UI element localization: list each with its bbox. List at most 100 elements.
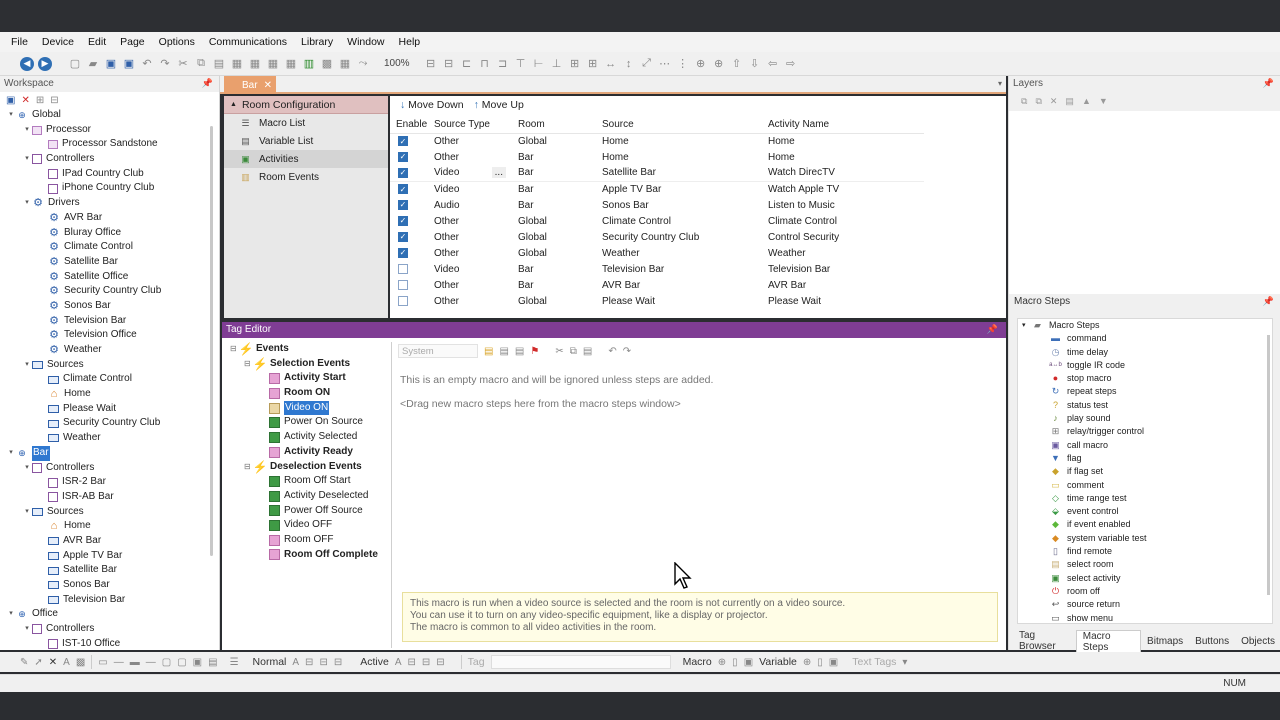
align-icon[interactable]: ⊟ [424,57,438,71]
cell-room[interactable]: Bar [512,277,596,293]
macro-step-item[interactable]: ▼ flag [1018,452,1272,465]
line-icon[interactable]: — [114,657,124,668]
chevron-down-icon[interactable]: ▾ [902,657,907,668]
cell-room[interactable]: Global [512,245,596,261]
menu-item-device[interactable]: Device [35,36,81,48]
macro-step-item[interactable]: ◇ time range test [1018,492,1272,505]
layout2-icon[interactable]: ▦ [248,57,262,71]
undo-icon[interactable]: ↶ [140,57,154,71]
macro-step-item[interactable]: a↔b toggle IR code [1018,359,1272,372]
cell-room[interactable]: Bar [512,261,596,277]
macro-step-item[interactable]: ▭ comment [1018,479,1272,492]
table-row[interactable]: ✓ Other Bar Home Home [390,149,924,165]
add-step3-icon[interactable]: ▤ [515,346,524,357]
tree-node[interactable]: Processor Sandstone [0,137,219,152]
redo-icon[interactable]: ↷ [158,57,172,71]
align-left-icon[interactable]: ⊏ [460,57,474,71]
event-node[interactable]: Room ON [224,386,391,401]
cell-activity[interactable]: Listen to Music [762,197,924,213]
macro-step-item[interactable]: ↩ source return [1018,598,1272,611]
menu-item-help[interactable]: Help [392,36,428,48]
paste-icon[interactable]: ▤ [583,346,592,357]
layer-up-icon[interactable]: ▲ [1082,96,1091,107]
distribute2-icon[interactable]: ⊞ [586,57,600,71]
tree-node[interactable]: Weather [0,431,219,446]
layout4-icon[interactable]: ▦ [284,57,298,71]
table-row[interactable]: ✓ Other Global Climate Control Climate Contr… [390,213,924,229]
cell-activity[interactable]: AVR Bar [762,277,924,293]
macro-editor[interactable]: System ▤ ▤ ▤ ⚑ ✂ ⧉ ▤ ↶ ↷ This is an empt… [396,342,1002,648]
enable-checkbox[interactable]: ✓ [398,199,408,210]
cell-type[interactable]: Other [428,149,512,165]
table-row[interactable]: ✓ Audio Bar Sonos Bar Listen to Music [390,197,924,213]
tree-node[interactable]: ⌂ Home [0,387,219,402]
globe-icon[interactable]: ⊕ [718,657,726,668]
grid-icon[interactable]: ▦ [338,57,352,71]
event-node[interactable]: Activity Ready [224,445,391,460]
align-v-icon[interactable]: ⊟ [319,657,327,668]
zoom-level[interactable]: 100% [384,58,410,69]
tree-node[interactable]: IST-10 Office [0,637,219,652]
link-icon[interactable]: ⤳ [356,57,370,71]
layer-new-icon[interactable]: ⧉ [1021,96,1027,107]
image-icon[interactable]: ▩ [320,57,334,71]
menu-item-library[interactable]: Library [294,36,340,48]
event-node[interactable]: Power Off Source [224,504,391,519]
event-node[interactable]: Video OFF [224,518,391,533]
tree-node[interactable]: ⚙ Climate Control [0,240,219,255]
cell-type[interactable]: Other [428,213,512,229]
size-height-icon[interactable]: ↕ [622,57,636,71]
tree-node[interactable]: ⚙ Bluray Office [0,226,219,241]
space2-icon[interactable]: ⋮ [676,57,690,71]
macro-step-item[interactable]: ▣ call macro [1018,439,1272,452]
column-header[interactable]: Source [596,117,762,134]
tab-bitmaps[interactable]: Bitmaps [1141,636,1189,647]
paste-icon[interactable]: ▤ [212,57,226,71]
cell-room[interactable]: Global [512,293,596,309]
layer-copy-icon[interactable]: ⧉ [1035,96,1041,107]
macro-step-item[interactable]: ◆ if event enabled [1018,518,1272,531]
cell-activity[interactable]: Home [762,149,924,165]
table-row[interactable]: Other Global Please Wait Please Wait [390,293,924,309]
cell-source[interactable]: Television Bar [596,261,762,277]
tree-node[interactable]: ⚙ Satellite Bar [0,255,219,270]
menu-item-communications[interactable]: Communications [202,36,294,48]
event-node[interactable]: ⊟ ⚡ Events [224,342,391,357]
tab-objects[interactable]: Objects [1235,636,1280,647]
tree-node[interactable]: Sonos Bar [0,578,219,593]
table-row[interactable]: ✓ Video... Bar Satellite Bar Watch DirecTV [390,165,924,181]
order-back-icon[interactable]: ⇩ [748,57,762,71]
text-tool-icon[interactable]: A [63,657,70,668]
order-left-icon[interactable]: ⇦ [766,57,780,71]
frame2-icon[interactable]: ▢ [177,657,186,668]
enable-checkbox[interactable] [398,295,408,306]
pin-icon[interactable]: 📌 [1263,296,1274,307]
order-front-icon[interactable]: ⇧ [730,57,744,71]
enable-checkbox[interactable]: ✓ [398,247,408,258]
expand-toggle-icon[interactable]: ▾ [6,607,16,622]
layer-props-icon[interactable]: ▤ [1065,96,1074,107]
table-row[interactable]: ✓ Other Global Security Country Club Control… [390,229,924,245]
align-h2-icon[interactable]: ⊟ [407,657,415,668]
enable-checkbox[interactable]: ✓ [398,184,408,195]
size-both-icon[interactable]: ⤢ [640,57,654,71]
tree-node[interactable]: ▾ Processor [0,123,219,138]
enable-checkbox[interactable]: ✓ [398,215,408,226]
slider-icon[interactable]: ▬ [130,657,140,668]
undo-icon[interactable]: ↶ [608,346,616,357]
align-h-icon[interactable]: ⊟ [305,657,313,668]
tab-tag-browser[interactable]: Tag Browser [1013,630,1076,652]
pin-icon[interactable]: 📌 [202,78,213,89]
center2-icon[interactable]: ⊕ [712,57,726,71]
pointer-icon[interactable]: ➚ [34,657,42,668]
macro-step-item[interactable]: ◆ system variable test [1018,532,1272,545]
text-tags-label[interactable]: Text Tags [852,656,896,668]
collapse-icon[interactable]: ▾ [1022,319,1032,332]
macro-step-item[interactable]: ⬙ event control [1018,505,1272,518]
cell-source[interactable]: Security Country Club [596,229,762,245]
cell-source[interactable]: Home [596,133,762,149]
cut-icon[interactable]: ✂ [555,346,563,357]
cell-room[interactable]: Global [512,229,596,245]
macro-step-item[interactable]: ↻ repeat steps [1018,385,1272,398]
menu-item-window[interactable]: Window [340,36,391,48]
